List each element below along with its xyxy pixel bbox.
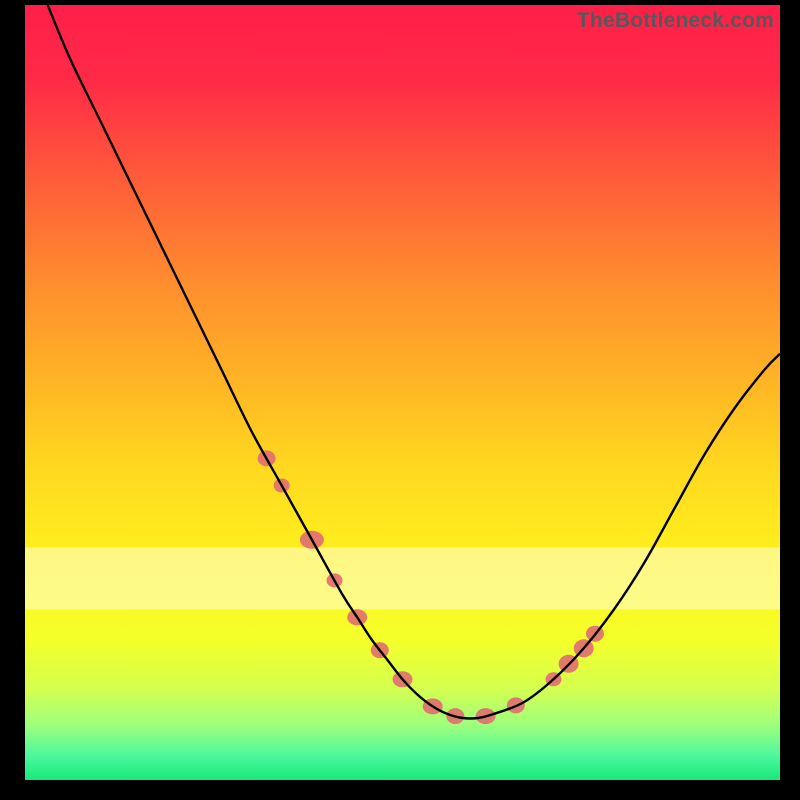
gradient-background: [25, 5, 780, 780]
watermark-text: TheBottleneck.com: [577, 9, 774, 33]
highlight-band: [25, 548, 780, 610]
chart-frame: TheBottleneck.com: [25, 5, 780, 780]
bottleneck-chart: [25, 5, 780, 780]
